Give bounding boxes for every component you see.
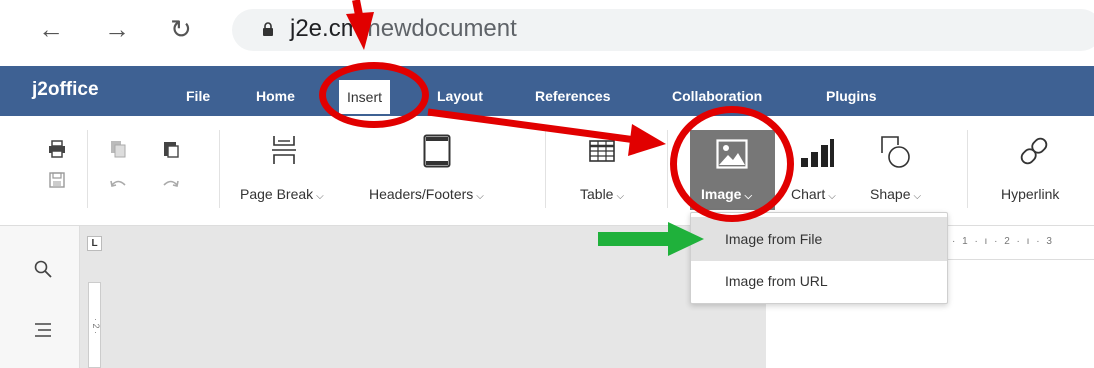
arrow-to-insert (346, 0, 374, 50)
screenshot-root: { "browser": { "url_host": "j2e.c", "url… (0, 0, 1094, 368)
annotation-arrows (346, 0, 704, 256)
arrow-to-image-from-file (598, 222, 704, 256)
arrow-to-image (427, 108, 666, 156)
